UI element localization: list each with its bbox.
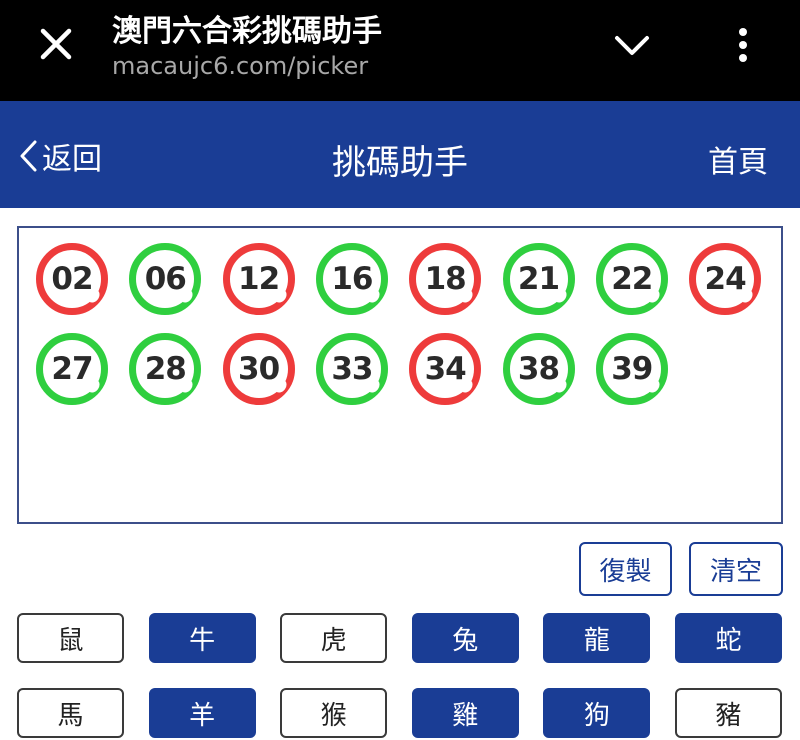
zodiac-button[interactable]: 兔 [411,613,519,663]
ball-number: 38 [517,351,560,387]
zodiac-button[interactable]: 羊 [148,688,256,738]
ball-number: 06 [144,261,187,297]
number-ball[interactable]: 21 [502,243,575,315]
browser-bar: 澳門六合彩挑碼助手 macaujc6.com/picker [0,0,800,101]
number-ball[interactable]: 22 [595,243,668,315]
ball-number: 34 [424,351,467,387]
copy-button[interactable]: 復製 [579,542,672,596]
zodiac-button[interactable]: 猴 [280,688,388,738]
zodiac-button[interactable]: 鼠 [17,613,124,663]
zodiac-button[interactable]: 虎 [280,613,388,663]
ball-number: 28 [144,351,187,387]
number-ball[interactable]: 02 [36,243,108,315]
number-ball[interactable]: 18 [409,243,482,315]
ball-number: 02 [51,261,93,297]
ball-number: 33 [331,351,373,387]
more-vertical-icon[interactable] [720,22,766,68]
ball-number: 16 [331,261,373,297]
page-title: 挑碼助手 [332,143,468,183]
ball-number: 30 [238,351,280,387]
browser-url[interactable]: macaujc6.com/picker [112,52,368,80]
ball-number: 39 [611,351,653,387]
back-button[interactable]: 返回 [18,135,102,177]
ball-number: 22 [611,261,653,297]
chevron-left-icon [20,140,37,172]
number-ball[interactable]: 12 [222,243,295,315]
number-ball[interactable]: 34 [409,333,482,405]
zodiac-button[interactable]: 豬 [675,688,782,738]
close-icon[interactable] [26,22,86,66]
number-ball[interactable]: 38 [502,333,575,405]
number-ball[interactable]: 24 [689,243,762,315]
zodiac-button[interactable]: 雞 [411,688,519,738]
back-label: 返回 [42,142,102,177]
zodiac-button[interactable]: 蛇 [675,613,782,663]
home-button[interactable]: 首頁 [708,137,768,181]
ball-number: 12 [238,261,280,297]
ball-number: 27 [51,351,93,387]
zodiac-button[interactable]: 馬 [17,688,124,738]
number-ball[interactable]: 28 [129,333,202,405]
chevron-down-icon[interactable] [604,24,660,68]
browser-page-title: 澳門六合彩挑碼助手 [112,14,382,49]
number-ball[interactable]: 27 [36,333,108,405]
number-ball[interactable]: 16 [315,243,388,315]
selected-numbers-panel: 02 06 12 16 18 21 22 24 27 28 30 33 34 38 39 [17,226,783,524]
clear-button[interactable]: 清空 [689,542,783,596]
number-ball[interactable]: 33 [315,333,388,405]
ball-number: 18 [424,261,467,297]
ball-number: 21 [517,261,560,297]
app-header: 返回 挑碼助手 首頁 [0,101,800,208]
number-ball[interactable]: 06 [129,243,202,315]
number-ball[interactable]: 39 [595,333,668,405]
number-ball[interactable]: 30 [222,333,295,405]
zodiac-button[interactable]: 狗 [543,688,651,738]
ball-number: 24 [704,261,747,297]
zodiac-button[interactable]: 牛 [148,613,256,663]
zodiac-button[interactable]: 龍 [543,613,651,663]
